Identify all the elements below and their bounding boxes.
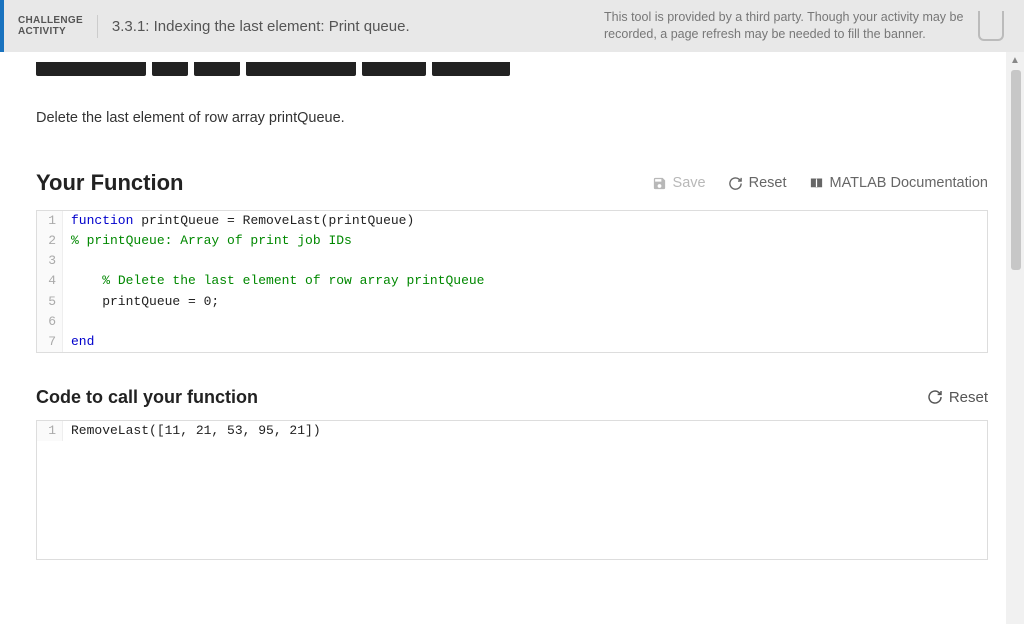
code-content[interactable]: function printQueue = RemoveLast(printQu… bbox=[63, 211, 414, 231]
call-reset-label: Reset bbox=[949, 389, 988, 406]
code-content[interactable]: % Delete the last element of row array p… bbox=[63, 271, 484, 291]
vertical-scrollbar[interactable]: ▲ bbox=[1006, 52, 1024, 624]
line-number: 5 bbox=[37, 292, 63, 312]
badge-line2: ACTIVITY bbox=[18, 26, 83, 38]
code-content[interactable]: end bbox=[63, 332, 94, 352]
line-number: 2 bbox=[37, 231, 63, 251]
cutoff-heading bbox=[36, 62, 988, 82]
code-line[interactable]: 3 bbox=[37, 251, 987, 271]
code-content[interactable]: RemoveLast([11, 21, 53, 95, 21]) bbox=[63, 421, 321, 441]
reset-icon bbox=[728, 176, 743, 191]
book-icon bbox=[809, 176, 824, 191]
line-number: 1 bbox=[37, 211, 63, 231]
third-party-note: This tool is provided by a third party. … bbox=[604, 9, 964, 43]
code-content[interactable]: % printQueue: Array of print job IDs bbox=[63, 231, 352, 251]
code-content[interactable]: printQueue = 0; bbox=[63, 292, 219, 312]
code-line[interactable]: 7end bbox=[37, 332, 987, 352]
challenge-header: CHALLENGE ACTIVITY 3.3.1: Indexing the l… bbox=[0, 0, 1024, 52]
scroll-thumb[interactable] bbox=[1011, 70, 1021, 270]
function-toolbar: Save Reset MATLAB Documentation bbox=[652, 175, 988, 191]
line-number: 1 bbox=[37, 421, 63, 441]
challenge-title: 3.3.1: Indexing the last element: Print … bbox=[112, 18, 410, 35]
save-icon bbox=[652, 176, 667, 191]
code-line[interactable]: 1RemoveLast([11, 21, 53, 95, 21]) bbox=[37, 421, 987, 441]
line-number: 6 bbox=[37, 312, 63, 332]
line-number: 3 bbox=[37, 251, 63, 271]
code-line[interactable]: 4 % Delete the last element of row array… bbox=[37, 271, 987, 291]
code-line[interactable]: 2% printQueue: Array of print job IDs bbox=[37, 231, 987, 251]
call-section-heading: Code to call your function bbox=[36, 387, 927, 408]
code-line[interactable]: 1function printQueue = RemoveLast(printQ… bbox=[37, 211, 987, 231]
scroll-up-arrow-icon[interactable]: ▲ bbox=[1006, 55, 1024, 66]
reset-button[interactable]: Reset bbox=[728, 175, 787, 191]
code-content[interactable] bbox=[63, 251, 71, 271]
code-line[interactable]: 6 bbox=[37, 312, 987, 332]
save-label: Save bbox=[673, 175, 706, 191]
pocket-icon bbox=[978, 11, 1004, 41]
matlab-doc-link[interactable]: MATLAB Documentation bbox=[809, 175, 989, 191]
function-code-editor[interactable]: 1function printQueue = RemoveLast(printQ… bbox=[36, 210, 988, 353]
challenge-badge: CHALLENGE ACTIVITY bbox=[18, 15, 98, 38]
content-area: ▲ Delete the last element of row array p… bbox=[0, 52, 1024, 624]
badge-line1: CHALLENGE bbox=[18, 15, 83, 27]
code-line[interactable]: 5 printQueue = 0; bbox=[37, 292, 987, 312]
reset-icon bbox=[927, 389, 943, 405]
call-reset-button[interactable]: Reset bbox=[927, 389, 988, 406]
matlab-doc-label: MATLAB Documentation bbox=[830, 175, 989, 191]
save-button[interactable]: Save bbox=[652, 175, 706, 191]
code-content[interactable] bbox=[63, 312, 71, 332]
reset-label: Reset bbox=[749, 175, 787, 191]
instruction-text: Delete the last element of row array pri… bbox=[36, 110, 988, 126]
call-code-editor[interactable]: 1RemoveLast([11, 21, 53, 95, 21]) bbox=[36, 420, 988, 560]
your-function-heading: Your Function bbox=[36, 170, 652, 196]
line-number: 7 bbox=[37, 332, 63, 352]
line-number: 4 bbox=[37, 271, 63, 291]
